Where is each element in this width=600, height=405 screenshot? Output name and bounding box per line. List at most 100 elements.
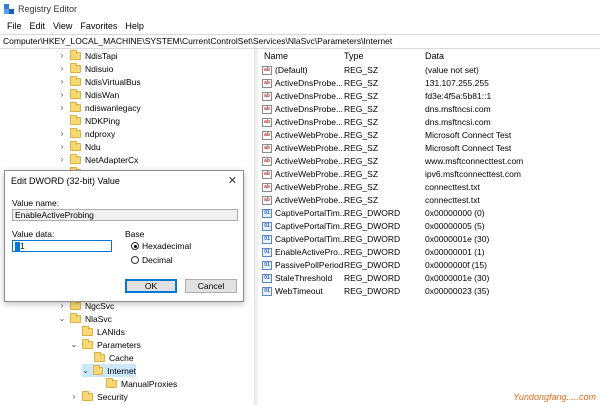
value-row[interactable]: ab ActiveDnsProbe... REG_SZ dns.msftncsi.co… <box>258 116 600 129</box>
string-value-icon: ab <box>262 66 272 75</box>
value-row[interactable]: ab ActiveWebProbe... REG_SZ ipv6.msftconnec… <box>258 168 600 181</box>
tree-item-ndiswan[interactable]: › NdisWan <box>58 88 119 101</box>
tree-item-ndisuio[interactable]: › Ndisuio <box>58 62 113 75</box>
title-bar: Registry Editor <box>0 0 600 18</box>
tree-item-security[interactable]: › Security <box>70 390 128 403</box>
value-data: Microsoft Connect Test <box>425 143 512 153</box>
radio-decimal[interactable]: Decimal <box>131 255 173 265</box>
tree-item-ndiswanlegacy[interactable]: › ndiswanlegacy <box>58 101 141 114</box>
string-value-icon: ab <box>262 79 272 88</box>
folder-icon <box>70 88 81 99</box>
tree-item-parameters[interactable]: ⌄ Parameters <box>70 338 141 351</box>
tree-item-cache[interactable]: Cache <box>82 351 134 364</box>
radio-dec-label: Decimal <box>142 255 173 265</box>
edit-dword-dialog: Edit DWORD (32-bit) Value ✕ Value name: … <box>4 170 244 302</box>
chevron-right-icon[interactable]: › <box>58 142 66 151</box>
tree-item-label: LANIds <box>97 326 125 337</box>
chevron-down-icon[interactable]: ⌄ <box>70 340 78 349</box>
address-bar[interactable]: Computer\HKEY_LOCAL_MACHINE\SYSTEM\Curre… <box>0 34 600 49</box>
string-value-icon: ab <box>262 183 272 192</box>
tree-item-ndproxy[interactable]: › ndproxy <box>58 127 115 140</box>
tree-item-ndisvirtualbus[interactable]: › NdisVirtualBus <box>58 75 141 88</box>
tree-item-lanids[interactable]: LANIds <box>70 325 125 338</box>
chevron-right-icon[interactable]: › <box>58 51 66 60</box>
string-value-icon: ab <box>262 92 272 101</box>
value-data-field[interactable]: 1 <box>12 240 112 252</box>
ok-button[interactable]: OK <box>125 279 177 293</box>
value-data: connecttest.txt <box>425 195 480 205</box>
tree-item-label: Security <box>97 391 128 402</box>
column-header-name[interactable]: Name <box>264 49 288 63</box>
radio-hexadecimal[interactable]: Hexadecimal <box>131 241 191 251</box>
value-row[interactable]: ab (Default) REG_SZ (value not set) <box>258 64 600 77</box>
value-name: ActiveDnsProbe... <box>275 91 344 101</box>
tree-item-nlasvc[interactable]: ⌄ NlaSvc <box>58 312 112 325</box>
folder-icon <box>70 153 81 164</box>
chevron-right-icon[interactable]: › <box>58 64 66 73</box>
value-type: REG_DWORD <box>344 260 401 270</box>
tree-item-ndkping[interactable]: NDKPing <box>58 114 120 127</box>
value-row[interactable]: 01 EnableActivePro... REG_DWORD 0x00000001 … <box>258 246 600 259</box>
value-row[interactable]: ab ActiveWebProbe... REG_SZ Microsoft Conne… <box>258 142 600 155</box>
tree-item-label: Internet <box>107 365 136 376</box>
value-data: 0x00000001 (1) <box>425 247 485 257</box>
column-header-data[interactable]: Data <box>425 49 444 63</box>
folder-icon <box>82 390 93 401</box>
menu-favorites[interactable]: Favorites <box>76 21 121 31</box>
value-row[interactable]: 01 CaptivePortalTim... REG_DWORD 0x0000001e… <box>258 233 600 246</box>
value-type: REG_DWORD <box>344 221 401 231</box>
folder-icon <box>82 325 93 336</box>
value-name: EnableActivePro... <box>275 247 345 257</box>
tree-item-ndu[interactable]: › Ndu <box>58 140 101 153</box>
value-data: Microsoft Connect Test <box>425 130 512 140</box>
tree-item-label: NdisTapi <box>85 50 118 61</box>
value-data: (value not set) <box>425 65 479 75</box>
value-row[interactable]: ab ActiveWebProbe... REG_SZ www.msftconnect… <box>258 155 600 168</box>
chevron-right-icon[interactable]: › <box>70 392 78 401</box>
value-row[interactable]: ab ActiveWebProbe... REG_SZ Microsoft Conne… <box>258 129 600 142</box>
tree-item-ndistapi[interactable]: › NdisTapi <box>58 49 118 62</box>
value-row[interactable]: ab ActiveDnsProbe... REG_SZ fd3e:4f5a:5b81:… <box>258 90 600 103</box>
value-name: ActiveDnsProbe... <box>275 117 344 127</box>
close-icon[interactable]: ✕ <box>228 174 237 187</box>
cancel-button[interactable]: Cancel <box>185 279 237 293</box>
menu-file[interactable]: File <box>3 21 26 31</box>
radio-unselected-icon <box>131 256 139 264</box>
value-row[interactable]: ab ActiveDnsProbe... REG_SZ 131.107.255.255 <box>258 77 600 90</box>
menu-edit[interactable]: Edit <box>26 21 50 31</box>
value-data: dns.msftncsi.com <box>425 104 491 114</box>
value-type: REG_SZ <box>344 169 379 179</box>
value-row[interactable]: 01 PassivePollPeriod REG_DWORD 0x0000000f (… <box>258 259 600 272</box>
value-type: REG_SZ <box>344 143 379 153</box>
chevron-right-icon[interactable]: › <box>58 129 66 138</box>
value-row[interactable]: ab ActiveWebProbe... REG_SZ connecttest.txt <box>258 181 600 194</box>
value-type: REG_DWORD <box>344 273 401 283</box>
chevron-right-icon[interactable]: › <box>58 90 66 99</box>
value-row[interactable]: 01 CaptivePortalTim... REG_DWORD 0x00000000… <box>258 207 600 220</box>
tree-item-internet[interactable]: ⌄ Internet <box>82 364 136 377</box>
column-header-type[interactable]: Type <box>344 49 364 63</box>
tree-item-netadaptercx[interactable]: › NetAdapterCx <box>58 153 138 166</box>
chevron-right-icon[interactable]: › <box>58 155 66 164</box>
tree-item-label: NdisWan <box>85 89 120 100</box>
chevron-right-icon[interactable]: › <box>58 77 66 86</box>
chevron-right-icon[interactable]: › <box>58 301 66 310</box>
tree-item-manualproxies[interactable]: ManualProxies <box>94 377 177 390</box>
folder-icon <box>70 75 81 86</box>
menu-view[interactable]: View <box>49 21 76 31</box>
value-row[interactable]: ab ActiveWebProbe... REG_SZ connecttest.txt <box>258 194 600 207</box>
value-name: ActiveDnsProbe... <box>275 104 344 114</box>
value-row[interactable]: 01 WebTimeout REG_DWORD 0x00000023 (35) <box>258 285 600 298</box>
values-list[interactable]: Name Type Data ab (Default) REG_SZ (value n… <box>258 49 600 405</box>
folder-icon <box>70 101 81 112</box>
value-name: ActiveWebProbe... <box>275 130 346 140</box>
menu-help[interactable]: Help <box>121 21 148 31</box>
value-row[interactable]: 01 StaleThreshold REG_DWORD 0x0000001e (30) <box>258 272 600 285</box>
value-row[interactable]: 01 CaptivePortalTim... REG_DWORD 0x00000005… <box>258 220 600 233</box>
value-row[interactable]: ab ActiveDnsProbe... REG_SZ dns.msftncsi.co… <box>258 103 600 116</box>
chevron-down-icon[interactable]: ⌄ <box>58 314 66 323</box>
value-type: REG_DWORD <box>344 234 401 244</box>
chevron-down-icon[interactable]: ⌄ <box>82 366 89 375</box>
chevron-right-icon[interactable]: › <box>58 103 66 112</box>
